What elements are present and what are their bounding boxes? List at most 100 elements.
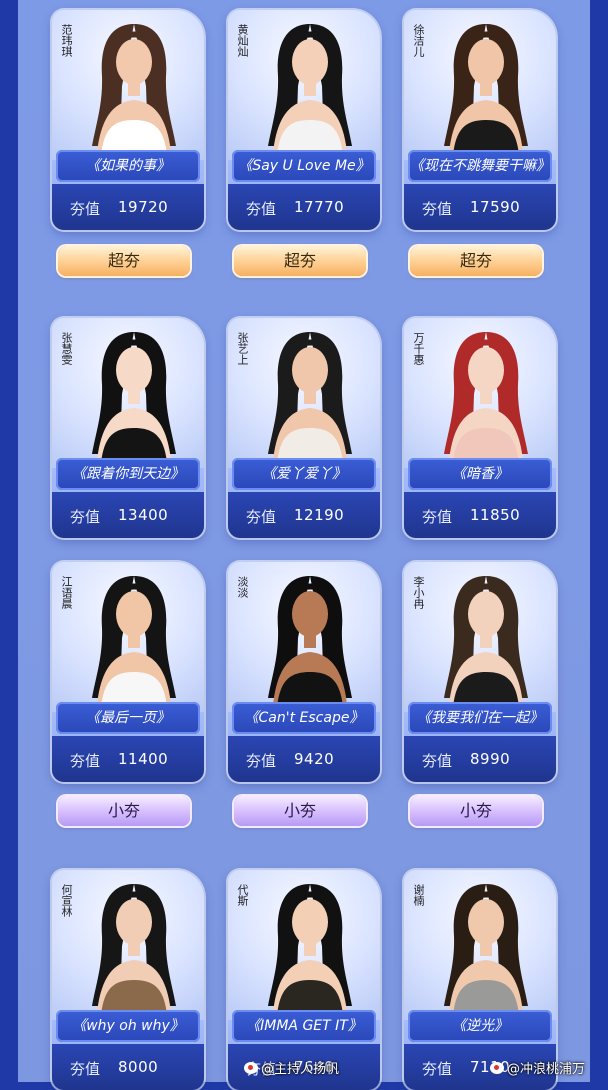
song-title: 《Can't Escape》	[232, 702, 376, 734]
score-label: 夯值	[70, 1060, 101, 1078]
contestant-card[interactable]: 淡淡《Can't Escape》夯值 9420	[228, 562, 380, 782]
tier-badge-super: 超夯	[234, 246, 366, 276]
score-value: 19720	[118, 198, 169, 216]
portrait-figure	[444, 576, 528, 718]
score-value: 17590	[470, 198, 521, 216]
score-label: 夯值	[70, 508, 101, 526]
contestant-card[interactable]: 张艺上 《爱丫爱丫》 夯值 12190	[228, 318, 380, 538]
card-corner-decoration	[347, 318, 380, 351]
tier-badge-small: 小夯	[58, 796, 190, 826]
score-bar: 夯值 19720	[52, 184, 204, 230]
portrait-figure	[92, 332, 176, 474]
score-label: 夯值	[246, 752, 277, 770]
contestant-name: 黄灿灿	[236, 24, 249, 57]
card-corner-decoration	[171, 870, 204, 903]
score-value: 17770	[294, 198, 345, 216]
portrait-figure	[444, 332, 528, 474]
card-corner-decoration	[347, 870, 380, 903]
contestant-name: 谢楠	[412, 884, 425, 906]
song-title: 《why oh why》	[56, 1010, 200, 1042]
contestant-name: 万千惠	[412, 332, 425, 365]
portrait-figure	[92, 576, 176, 718]
score-bar: 夯值 8990	[404, 736, 556, 782]
score-label: 夯值	[422, 1060, 453, 1078]
portrait-figure	[268, 24, 352, 166]
score-value: 13400	[118, 506, 169, 524]
portrait-figure	[268, 332, 352, 474]
score-bar: 夯值 11400	[52, 736, 204, 782]
contestant-name: 何宣林	[60, 884, 73, 917]
portrait-figure	[268, 576, 352, 718]
card-corner-decoration	[523, 870, 556, 903]
contestant-name: 李小冉	[412, 576, 425, 609]
weibo-icon	[490, 1062, 504, 1074]
score-bar: 夯值 9420	[228, 736, 380, 782]
score-value: 8000	[118, 1058, 159, 1076]
song-title: 《爱丫爱丫》	[232, 458, 376, 490]
score-value: 12190	[294, 506, 345, 524]
contestant-card[interactable]: 黄灿灿《Say U Love Me》夯值 17770	[228, 10, 380, 230]
contestant-card[interactable]: 李小冉《我要我们在一起》夯值 8990	[404, 562, 556, 782]
watermark-text: @主持人扬帆	[261, 1062, 340, 1077]
watermark-left: @主持人扬帆	[244, 1058, 339, 1077]
song-title: 《跟着你到天边》	[56, 458, 200, 490]
score-label: 夯值	[70, 200, 101, 218]
watermark-text: @冲浪桃浦万	[507, 1062, 586, 1077]
song-title: 《如果的事》	[56, 150, 200, 182]
song-title: 《逆光》	[408, 1010, 552, 1042]
score-label: 夯值	[246, 508, 277, 526]
score-value: 11850	[470, 506, 521, 524]
score-label: 夯值	[246, 200, 277, 218]
portrait-figure	[444, 884, 528, 1026]
score-label: 夯值	[70, 752, 101, 770]
contestant-name: 江语晨	[60, 576, 73, 609]
tier-badge-small: 小夯	[234, 796, 366, 826]
score-value: 9420	[294, 750, 335, 768]
contestant-name: 淡淡	[236, 576, 249, 598]
portrait-figure	[268, 884, 352, 1026]
contestant-card[interactable]: 何宣林《why oh why》夯值 8000	[52, 870, 204, 1090]
contestant-card[interactable]: 张慧雯《跟着你到天边》夯值 13400	[52, 318, 204, 538]
score-label: 夯值	[422, 200, 453, 218]
song-title: 《暗香》	[408, 458, 552, 490]
tier-badge-super: 超夯	[58, 246, 190, 276]
contestant-name: 代斯	[236, 884, 249, 906]
watermark-right: @冲浪桃浦万	[490, 1058, 585, 1077]
card-corner-decoration	[347, 10, 380, 43]
song-title: 《现在不跳舞要干嘛》	[408, 150, 552, 182]
song-title: 《最后一页》	[56, 702, 200, 734]
contestant-card[interactable]: 谢楠《逆光》夯值7110	[404, 870, 556, 1090]
score-bar: 夯值 17770	[228, 184, 380, 230]
contestant-card[interactable]: 徐洁儿《现在不跳舞要干嘛》夯值 17590	[404, 10, 556, 230]
song-title: 《IMMA GET IT》	[232, 1010, 376, 1042]
contestant-name: 张慧雯	[60, 332, 73, 365]
score-label: 夯值	[422, 752, 453, 770]
card-corner-decoration	[347, 562, 380, 595]
score-label: 夯值	[422, 508, 453, 526]
card-corner-decoration	[523, 562, 556, 595]
contestant-card[interactable]: 代斯 《IMMA GET IT》 夯值 7640	[228, 870, 380, 1090]
score-bar: 夯值 8000	[52, 1044, 204, 1090]
contestant-card[interactable]: 范玮琪《如果的事》夯值 19720	[52, 10, 204, 230]
contestant-name: 徐洁儿	[412, 24, 425, 57]
portrait-figure	[92, 884, 176, 1026]
portrait-figure	[444, 24, 528, 166]
card-corner-decoration	[171, 10, 204, 43]
score-bar: 夯值 11850	[404, 492, 556, 538]
card-corner-decoration	[523, 318, 556, 351]
card-corner-decoration	[171, 318, 204, 351]
song-title: 《我要我们在一起》	[408, 702, 552, 734]
tier-badge-super: 超夯	[410, 246, 542, 276]
weibo-icon	[244, 1062, 258, 1074]
score-value: 8990	[470, 750, 511, 768]
card-corner-decoration	[171, 562, 204, 595]
card-corner-decoration	[523, 10, 556, 43]
score-value: 11400	[118, 750, 169, 768]
song-title: 《Say U Love Me》	[232, 150, 376, 182]
contestant-card[interactable]: 江语晨《最后一页》夯值 11400	[52, 562, 204, 782]
score-bar: 夯值 13400	[52, 492, 204, 538]
contestant-name: 范玮琪	[60, 24, 73, 57]
score-bar: 夯值 12190	[228, 492, 380, 538]
contestant-card[interactable]: 万千惠《暗香》夯值 11850	[404, 318, 556, 538]
portrait-figure	[92, 24, 176, 166]
